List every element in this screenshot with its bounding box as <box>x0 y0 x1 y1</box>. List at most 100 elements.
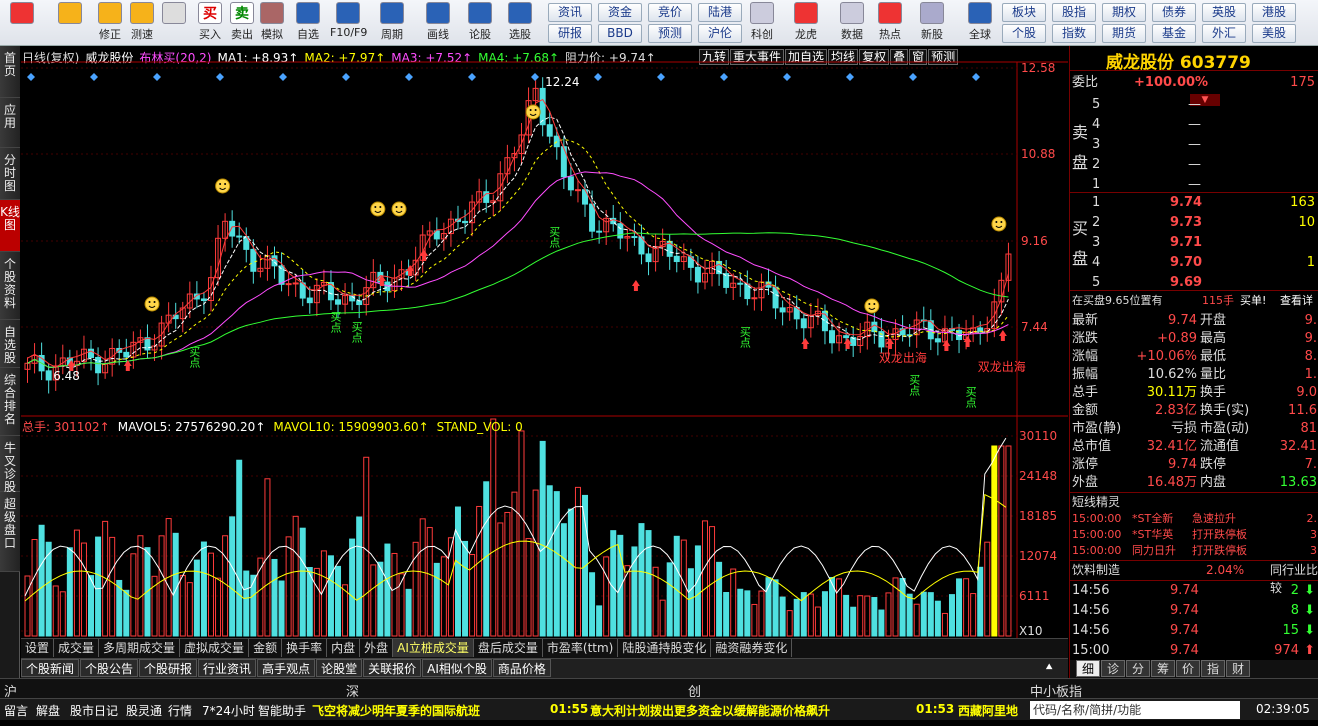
industry-name: 饮料制造 <box>1072 563 1121 577</box>
panel-tab-0[interactable]: 细 <box>1076 660 1100 677</box>
toolbar-buy-button[interactable]: 买买入 <box>192 2 228 44</box>
shortline-row[interactable]: 15:00:00 *ST全新 急速拉升 2. <box>1070 511 1318 527</box>
indicator-tab-1[interactable]: 成交量 <box>54 639 100 657</box>
quick-button-row2-5[interactable]: 指数 <box>1052 24 1096 43</box>
news-tab-2[interactable]: 个股研报 <box>139 659 198 677</box>
news-tab-8[interactable]: 商品价格 <box>492 659 551 677</box>
shortline-row[interactable]: 15:00:00 *ST华英 打开跌停板 3 <box>1070 527 1318 543</box>
news-tab-3[interactable]: 行业资讯 <box>198 659 257 677</box>
status-item-4[interactable]: 行情 <box>168 702 192 719</box>
sidebar-item-4[interactable]: 个股资料 <box>0 252 20 320</box>
sidebar-item-5[interactable]: 自选股 <box>0 320 20 368</box>
quick-button-0[interactable]: 资讯 <box>548 3 592 22</box>
quick-button-row2-7[interactable]: 基金 <box>1152 24 1196 43</box>
panel-tab-2[interactable]: 分 <box>1126 660 1150 677</box>
news-tab-7[interactable]: AI相似个股 <box>422 659 492 677</box>
indicator-tab-11[interactable]: 陆股通持股变化 <box>618 639 712 657</box>
indicator-tab-7[interactable]: 外盘 <box>360 639 394 657</box>
sidebar-item-2[interactable]: 分时图 <box>0 148 20 200</box>
toolbar-pen-button[interactable]: 画线 <box>420 2 456 44</box>
status-item-1[interactable]: 解盘 <box>36 702 60 719</box>
quick-button-row2-1[interactable]: BBD <box>598 24 642 43</box>
toolbar-f10-button[interactable]: F10/F9 <box>330 2 367 44</box>
sidebar-item-8[interactable]: 超级盘口 <box>0 492 20 572</box>
news-ticker-2[interactable]: 意大利计划拨出更多资金以缓解能源价格飙升 <box>590 702 830 719</box>
toolbar-dragon-button[interactable]: 龙虎 <box>788 2 824 44</box>
quick-button-7[interactable]: 债券 <box>1152 3 1196 22</box>
smiley-icon <box>864 298 880 314</box>
toolbar-hot-button[interactable]: 热点 <box>872 2 908 44</box>
status-item-6[interactable]: 智能助手 <box>258 702 306 719</box>
indicator-tab-2[interactable]: 多周期成交量 <box>99 639 181 657</box>
search-input[interactable]: 代码/名称/简拼/功能 <box>1030 701 1240 719</box>
toolbar-refresh-button[interactable]: 测速 <box>124 2 160 44</box>
status-item-5[interactable]: 7*24小时 <box>202 702 255 719</box>
panel-divider <box>1070 192 1318 193</box>
toolbar-ipo-button[interactable]: 新股 <box>914 2 950 44</box>
news-tab-1[interactable]: 个股公告 <box>80 659 139 677</box>
toolbar-clock-button[interactable] <box>156 2 192 44</box>
quick-button-row2-3[interactable]: 沪伦 <box>698 24 742 43</box>
indicator-tab-4[interactable]: 金额 <box>249 639 283 657</box>
status-item-2[interactable]: 股市日记 <box>70 702 118 719</box>
shortline-row[interactable]: 15:00:00 同力日升 打开跌停板 3 <box>1070 543 1318 559</box>
toolbar-pe-button[interactable]: 数据 <box>834 2 870 44</box>
quick-button-5[interactable]: 股指 <box>1052 3 1096 22</box>
news-tab-4[interactable]: 高手观点 <box>257 659 316 677</box>
panel-tab-3[interactable]: 筹 <box>1151 660 1175 677</box>
status-item-3[interactable]: 股灵通 <box>126 702 162 719</box>
toolbar-globe-button[interactable]: 全球 <box>962 2 998 44</box>
news-ticker-1[interactable]: 飞空将减少明年夏季的国际航班 <box>312 702 480 719</box>
kline-chart-area[interactable]: 日线(复权) 威龙股份 布林买(20,2) MA1: +8.93↑ MA2: +7.97… <box>21 46 1068 638</box>
quick-button-row2-2[interactable]: 预测 <box>648 24 692 43</box>
sidebar-item-6[interactable]: 综合排名 <box>0 368 20 436</box>
quick-button-row2-6[interactable]: 期货 <box>1102 24 1146 43</box>
indicator-tab-8[interactable]: AI立桩成交量 <box>393 639 474 657</box>
collapse-up-icon[interactable]: ⯅ <box>1044 660 1054 675</box>
quick-button-row2-0[interactable]: 研报 <box>548 24 592 43</box>
quick-button-row2-9[interactable]: 美股 <box>1252 24 1296 43</box>
indicator-tab-12[interactable]: 融资融券变化 <box>711 639 793 657</box>
toolbar-cycle-button[interactable]: 周期 <box>374 2 410 44</box>
sidebar-item-1[interactable]: 应用 <box>0 98 20 148</box>
indicator-tab-3[interactable]: 虚拟成交量 <box>180 639 250 657</box>
toolbar-chat-button[interactable]: 论股 <box>462 2 498 44</box>
quick-button-6[interactable]: 期权 <box>1102 3 1146 22</box>
toolbar-updown-button[interactable]: 修正 <box>92 2 128 44</box>
notice-link[interactable]: 查看详 <box>1280 292 1313 310</box>
indicator-tab-5[interactable]: 换手率 <box>282 639 328 657</box>
indicator-tab-10[interactable]: 市盈率(ttm) <box>543 639 619 657</box>
quick-button-9[interactable]: 港股 <box>1252 3 1296 22</box>
tick-time: 14:56 <box>1072 603 1110 618</box>
quick-button-row2-4[interactable]: 个股 <box>1002 24 1046 43</box>
status-item-0[interactable]: 留言 <box>4 702 28 719</box>
indicator-tab-6[interactable]: 内盘 <box>327 639 361 657</box>
quick-button-3[interactable]: 陆港 <box>698 3 742 22</box>
indicator-tab-0[interactable]: 设置 <box>21 639 55 657</box>
quick-button-row2-8[interactable]: 外汇 <box>1202 24 1246 43</box>
panel-tab-6[interactable]: 财 <box>1226 660 1250 677</box>
news-tab-0[interactable]: 个股新闻 <box>21 659 80 677</box>
panel-tab-5[interactable]: 指 <box>1201 660 1225 677</box>
panel-tab-1[interactable]: 诊 <box>1101 660 1125 677</box>
toolbar-back-button[interactable] <box>52 2 88 44</box>
volume-bar <box>786 610 793 637</box>
toolbar-select-button[interactable]: 选股 <box>502 2 538 44</box>
sidebar-item-3[interactable]: K线图 <box>0 200 20 252</box>
toolbar-gavel-button[interactable]: 模拟 <box>254 2 290 44</box>
toolbar-chart-button[interactable]: 科创 <box>744 2 780 44</box>
quick-button-4[interactable]: 板块 <box>1002 3 1046 22</box>
kline-chart-svg[interactable]: 12.58 10.88 9.16 7.44 30110 24148 18185 12074 61… <box>21 46 1068 638</box>
news-ticker-3[interactable]: 西藏阿里地 <box>958 702 1018 719</box>
sidebar-item-0[interactable]: 首页 <box>0 46 20 98</box>
quick-button-2[interactable]: 竞价 <box>648 3 692 22</box>
panel-tab-4[interactable]: 价 <box>1176 660 1200 677</box>
toolbar-star-button[interactable]: 自选 <box>290 2 326 44</box>
news-tab-6[interactable]: 关联报价 <box>363 659 422 677</box>
indicator-tab-9[interactable]: 盘后成交量 <box>474 639 543 657</box>
quick-button-1[interactable]: 资金 <box>598 3 642 22</box>
toolbar-app-menu-button[interactable] <box>4 2 40 44</box>
news-tab-5[interactable]: 论股堂 <box>316 659 363 677</box>
sidebar-item-7[interactable]: 牛叉诊股 <box>0 436 20 494</box>
quick-button-8[interactable]: 英股 <box>1202 3 1246 22</box>
